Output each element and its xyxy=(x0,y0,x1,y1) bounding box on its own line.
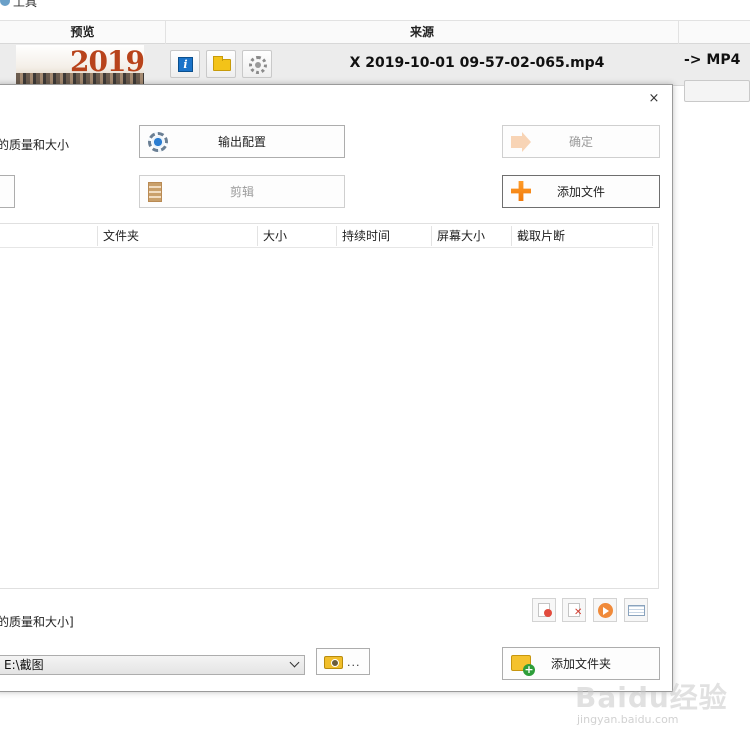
column-preview[interactable]: 预览 xyxy=(0,21,166,44)
output-config-label: 输出配置 xyxy=(217,135,266,149)
folder-camera-icon xyxy=(324,656,343,669)
gear-icon xyxy=(249,56,267,74)
app-icon xyxy=(0,0,10,6)
column-duration[interactable]: 持续时间 xyxy=(336,226,432,246)
output-folder-select[interactable]: E:\截图 xyxy=(0,655,305,675)
play-button[interactable] xyxy=(593,598,617,622)
column-clip-segment[interactable]: 截取片断 xyxy=(511,226,653,246)
output-folder-value: E:\截图 xyxy=(4,658,44,672)
ok-label: 确定 xyxy=(568,135,593,149)
close-button[interactable]: × xyxy=(647,91,661,107)
quality-label: 的质量和大小 xyxy=(0,138,70,152)
clip-label: 剪辑 xyxy=(229,185,254,199)
browse-dots: ... xyxy=(347,656,361,669)
output-config-button[interactable]: 输出配置 xyxy=(139,125,345,158)
add-file-label: 添加文件 xyxy=(556,185,605,199)
ok-button[interactable]: 确定 xyxy=(502,125,660,158)
conversion-list-header: 预览 来源 xyxy=(0,20,750,44)
info-icon: i xyxy=(178,57,193,72)
clear-list-button[interactable]: ✕ xyxy=(562,598,586,622)
watermark-url: jingyan.baidu.com xyxy=(577,713,679,726)
bottom-quality-label: 的质量和大小] xyxy=(0,615,74,629)
column-folder[interactable]: 文件夹 xyxy=(97,226,257,246)
title-bar: 工具 xyxy=(0,0,750,20)
media-info-button[interactable] xyxy=(624,598,648,622)
conversion-list-row[interactable]: 2019 i X 2019-10-01 09-57-02-065.mp4 -> … xyxy=(0,44,750,86)
file-list-header: 文件夹 大小 持续时间 屏幕大小 截取片断 xyxy=(0,224,653,248)
app-title: 工具 xyxy=(13,0,38,9)
file-list-dialog: × 的质量和大小 输出配置 确定 剪辑 添加文件 文件夹 大小 持续时间 屏幕大… xyxy=(0,84,673,692)
remove-file-button[interactable] xyxy=(532,598,556,622)
file-list[interactable]: 文件夹 大小 持续时间 屏幕大小 截取片断 xyxy=(0,223,659,589)
partial-button[interactable] xyxy=(0,175,15,208)
delete-icon xyxy=(544,609,552,617)
video-thumbnail: 2019 xyxy=(16,45,144,85)
add-folder-button[interactable]: 添加文件夹 xyxy=(502,647,660,680)
browse-folder-button[interactable]: ... xyxy=(316,648,370,675)
clip-button[interactable]: 剪辑 xyxy=(139,175,345,208)
close-icon: ✕ xyxy=(574,607,583,618)
info-button[interactable]: i xyxy=(170,50,200,78)
open-folder-button[interactable] xyxy=(206,50,236,78)
play-icon xyxy=(598,603,613,618)
target-option-box[interactable] xyxy=(684,80,750,102)
chevron-down-icon xyxy=(290,659,300,669)
column-size[interactable]: 大小 xyxy=(257,226,337,246)
source-filename: X 2019-10-01 09-57-02-065.mp4 xyxy=(349,55,605,71)
column-source[interactable]: 来源 xyxy=(166,21,679,44)
add-file-button[interactable]: 添加文件 xyxy=(502,175,660,208)
target-format: -> MP4 xyxy=(684,52,741,68)
info-card-icon xyxy=(628,605,645,616)
folder-icon xyxy=(213,56,231,71)
add-folder-label: 添加文件夹 xyxy=(550,657,611,671)
settings-button[interactable] xyxy=(242,50,272,78)
column-target[interactable] xyxy=(679,21,750,44)
column-screen-size[interactable]: 屏幕大小 xyxy=(431,226,511,246)
